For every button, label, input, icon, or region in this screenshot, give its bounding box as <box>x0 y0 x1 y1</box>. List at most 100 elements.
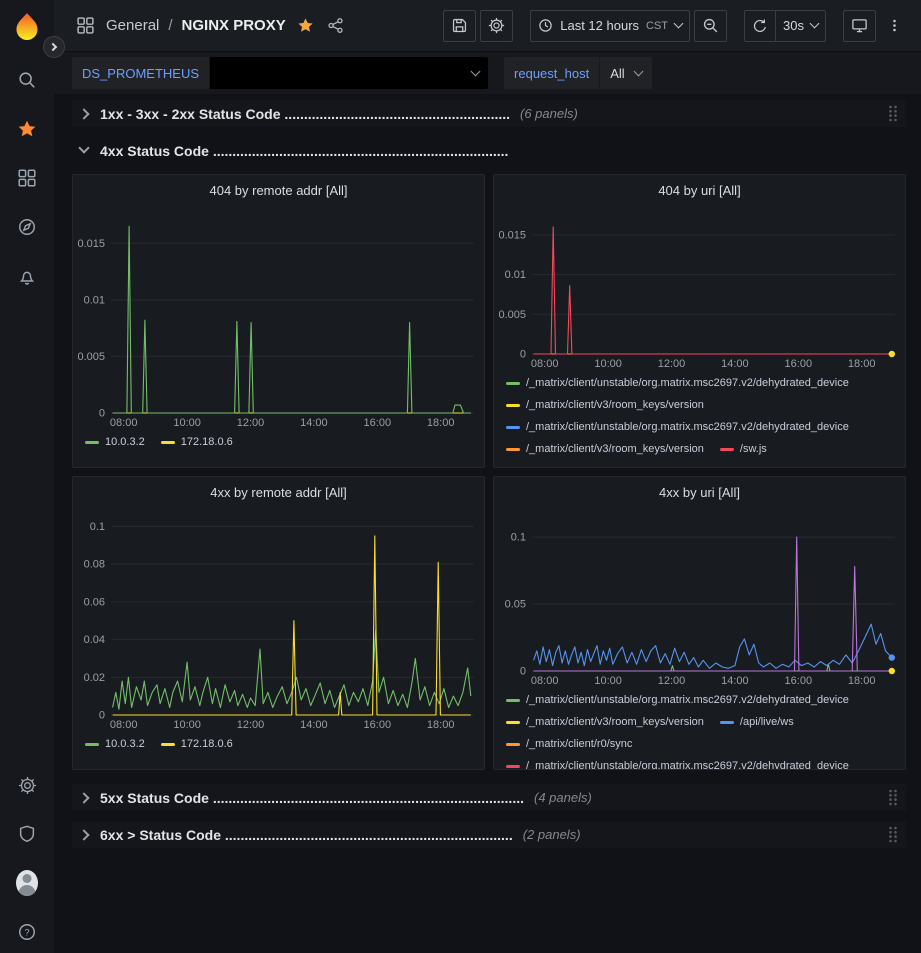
row-drag-handle[interactable] <box>888 105 898 122</box>
chevron-right-icon <box>78 792 89 803</box>
panel-chart[interactable]: 00.0050.010.01508:0010:0012:0014:0016:00… <box>73 205 484 429</box>
breadcrumb-folder[interactable]: General <box>106 17 159 34</box>
legend-item[interactable]: /_matrix/client/unstable/org.matrix.msc2… <box>506 755 849 770</box>
legend-label: /_matrix/client/v3/room_keys/version <box>526 711 704 733</box>
timeseries-plot: 00.050.108:0010:0012:0014:0016:0018:00 <box>494 507 905 687</box>
panel-title[interactable]: 4xx by remote addr [All] <box>73 477 484 507</box>
svg-text:0.08: 0.08 <box>84 559 105 571</box>
explore-compass-icon[interactable] <box>16 216 38 238</box>
svg-text:18:00: 18:00 <box>427 719 455 731</box>
search-icon[interactable] <box>16 69 38 91</box>
svg-text:0.04: 0.04 <box>84 634 105 646</box>
svg-text:16:00: 16:00 <box>785 675 813 687</box>
breadcrumb-separator: / <box>168 17 172 34</box>
legend-label: /_matrix/client/unstable/org.matrix.msc2… <box>526 689 849 711</box>
panel-title[interactable]: 404 by uri [All] <box>494 175 905 205</box>
legend-item[interactable]: /_matrix/client/unstable/org.matrix.msc2… <box>506 689 849 711</box>
legend-item[interactable]: 10.0.3.2 <box>85 431 145 453</box>
panel-title[interactable]: 404 by remote addr [All] <box>73 175 484 205</box>
svg-text:08:00: 08:00 <box>531 675 559 687</box>
zoom-out-button[interactable] <box>694 10 727 42</box>
row-drag-handle[interactable] <box>888 826 898 843</box>
row-6xx-status-code[interactable]: 6xx > Status Code ......................… <box>72 821 906 848</box>
help-icon[interactable]: ? <box>16 921 38 943</box>
starred-icon[interactable] <box>16 118 38 140</box>
shield-icon[interactable] <box>16 823 38 845</box>
refresh-group: 30s <box>744 10 826 42</box>
legend-label: /_matrix/client/unstable/org.matrix.msc2… <box>526 372 849 394</box>
time-range-picker[interactable]: Last 12 hours CST <box>530 10 690 42</box>
legend-swatch <box>506 699 520 702</box>
legend-item[interactable]: /_matrix/client/v3/room_keys/version <box>506 711 704 733</box>
legend-swatch <box>506 404 520 407</box>
legend-swatch <box>85 441 99 444</box>
row-panel-count: (4 panels) <box>534 790 592 805</box>
legend-label: /api/live/ws <box>740 711 794 733</box>
grafana-logo[interactable] <box>11 10 43 42</box>
svg-text:0: 0 <box>520 666 526 678</box>
legend-item[interactable]: /sw.js <box>720 438 767 460</box>
panel-legend: 10.0.3.2 172.18.0.6 <box>73 731 484 759</box>
dashboard-variables-bar: DS_PROMETHEUS request_host All <box>54 52 921 94</box>
alerting-bell-icon[interactable] <box>16 265 38 287</box>
panel-title[interactable]: 4xx by uri [All] <box>494 477 905 507</box>
legend-item[interactable]: 172.18.0.6 <box>161 431 233 453</box>
favorite-star-button[interactable] <box>295 15 316 36</box>
tv-kiosk-button[interactable] <box>843 10 876 42</box>
row-5xx-status-code[interactable]: 5xx Status Code ........................… <box>72 784 906 811</box>
chevron-down-icon <box>633 66 643 76</box>
svg-text:0.1: 0.1 <box>511 532 526 544</box>
legend-item[interactable]: /_matrix/client/unstable/org.matrix.msc2… <box>506 372 849 394</box>
refresh-button[interactable] <box>744 10 776 42</box>
legend-item[interactable]: /_matrix/client/unstable/org.matrix.msc2… <box>506 416 849 438</box>
dashboards-icon[interactable] <box>16 167 38 189</box>
legend-item[interactable]: /_matrix/client/v3/room_keys/version <box>506 394 704 416</box>
panel-chart[interactable]: 00.050.108:0010:0012:0014:0016:0018:00 <box>494 507 905 687</box>
row-4xx-status-code[interactable]: 4xx Status Code ........................… <box>72 137 906 164</box>
expand-sidebar-button[interactable] <box>43 36 65 58</box>
svg-text:10:00: 10:00 <box>173 417 201 429</box>
sidebar: ? <box>0 0 54 953</box>
row-1xx-3xx-2xx-status-code[interactable]: 1xx - 3xx - 2xx Status Code ............… <box>72 100 906 127</box>
legend-item[interactable]: /_matrix/client/v3/room_keys/version <box>506 438 704 460</box>
more-options-button[interactable] <box>880 10 909 42</box>
svg-text:0.06: 0.06 <box>84 596 105 608</box>
share-button[interactable] <box>325 15 346 36</box>
chevron-down-icon <box>810 19 820 29</box>
legend-label: /_matrix/client/v3/room_keys/version <box>526 394 704 416</box>
svg-text:14:00: 14:00 <box>721 675 749 687</box>
refresh-icon <box>752 18 768 34</box>
legend-item[interactable]: /_matrix/client/r0/sync <box>506 733 632 755</box>
request-host-select[interactable]: All <box>600 57 651 89</box>
timeseries-plot: 00.0050.010.01508:0010:0012:0014:0016:00… <box>494 205 905 370</box>
breadcrumb-title[interactable]: NGINX PROXY <box>182 17 286 34</box>
panel-4xx-by-remote-addr-all: 4xx by remote addr [All]00.020.040.060.0… <box>72 476 485 770</box>
legend-item[interactable]: /api/live/ws <box>720 711 794 733</box>
svg-text:0.015: 0.015 <box>77 238 105 250</box>
legend-swatch <box>506 382 520 385</box>
row-panel-count: (2 panels) <box>523 827 581 842</box>
svg-text:0: 0 <box>99 408 105 420</box>
svg-text:12:00: 12:00 <box>237 719 265 731</box>
row-drag-handle[interactable] <box>888 789 898 806</box>
refresh-interval-picker[interactable]: 30s <box>776 10 826 42</box>
svg-text:14:00: 14:00 <box>721 358 749 370</box>
legend-item[interactable]: 10.0.3.2 <box>85 733 145 755</box>
legend-item[interactable]: 172.18.0.6 <box>161 733 233 755</box>
timeseries-plot: 00.020.040.060.080.108:0010:0012:0014:00… <box>73 507 484 731</box>
save-dashboard-button[interactable] <box>443 10 476 42</box>
request-host-value: All <box>610 66 624 81</box>
svg-text:10:00: 10:00 <box>594 358 622 370</box>
panel-chart[interactable]: 00.0050.010.01508:0010:0012:0014:0016:00… <box>494 205 905 370</box>
datasource-select[interactable] <box>210 57 488 89</box>
panel-legend: 10.0.3.2 172.18.0.6 <box>73 429 484 457</box>
panel-chart[interactable]: 00.020.040.060.080.108:0010:0012:0014:00… <box>73 507 484 731</box>
request-host-picker: request_host All <box>504 57 652 89</box>
avatar[interactable] <box>16 872 38 894</box>
grafana-flame-icon <box>12 11 42 41</box>
settings-gear-icon[interactable] <box>16 774 38 796</box>
svg-text:16:00: 16:00 <box>364 719 392 731</box>
dashboard-settings-button[interactable] <box>480 10 513 42</box>
svg-text:08:00: 08:00 <box>531 358 559 370</box>
datasource-picker: DS_PROMETHEUS <box>72 57 488 89</box>
